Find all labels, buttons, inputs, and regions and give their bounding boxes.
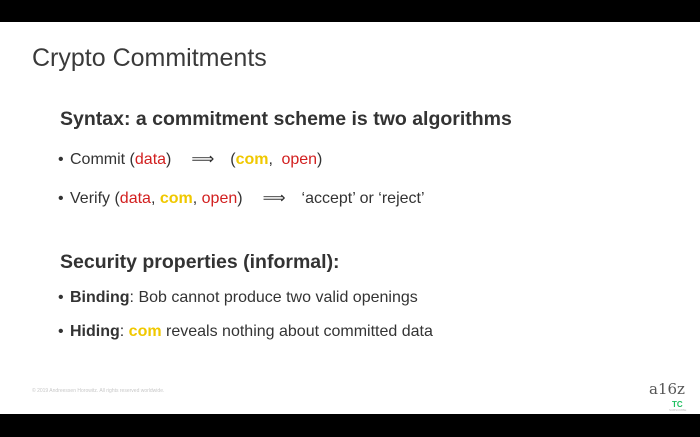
- commit-arg-data: data: [134, 151, 167, 168]
- implies-arrow: ⟹: [191, 151, 215, 168]
- verify-result: ‘accept’ or ‘reject’: [301, 190, 425, 207]
- verify-arg-open: open: [201, 190, 238, 207]
- binding-bullet: • Binding: Bob cannot produce two valid o…: [58, 289, 418, 307]
- verify-sep-1: ,: [150, 190, 156, 207]
- commit-out-com: com: [235, 151, 269, 168]
- binding-text: : Bob cannot produce two valid openings: [129, 289, 418, 306]
- commit-close: ): [166, 151, 172, 168]
- syntax-heading: Syntax: a commitment scheme is two algor…: [60, 108, 512, 130]
- techcrunch-subscribe-badge[interactable]: TC SUBSCRIBE: [669, 401, 687, 412]
- binding-label: Binding: [70, 289, 130, 306]
- slide: Crypto Commitments Syntax: a commitment …: [0, 22, 700, 414]
- verify-close: ): [237, 190, 243, 207]
- bullet-dot: •: [58, 151, 64, 168]
- commit-end-paren: ): [317, 151, 323, 168]
- verify-arg-data: data: [119, 190, 151, 207]
- implies-arrow: ⟹: [262, 190, 286, 207]
- commit-out-open: open: [281, 151, 318, 168]
- bullet-dot: •: [58, 323, 64, 340]
- hiding-bullet: • Hiding: com reveals nothing about commi…: [58, 323, 433, 341]
- slide-title: Crypto Commitments: [32, 44, 267, 72]
- video-frame: Crypto Commitments Syntax: a commitment …: [0, 0, 700, 437]
- verify-sep-2: ,: [192, 190, 198, 207]
- verify-bullet: • Verify (data, com, open) ⟹ ‘accept’ or ‘r…: [58, 188, 425, 208]
- verify-arg-com: com: [159, 190, 193, 207]
- hiding-text: reveals nothing about committed data: [166, 323, 433, 340]
- subscribe-label: SUBSCRIBE: [669, 408, 687, 412]
- bullet-dot: •: [58, 190, 64, 207]
- hiding-label: Hiding: [70, 323, 120, 340]
- commit-sep: ,: [268, 151, 273, 168]
- commit-func: Commit (: [70, 151, 135, 168]
- hiding-sep: :: [119, 323, 125, 340]
- verify-func: Verify (: [70, 190, 120, 207]
- copyright-notice: © 2019 Andreessen Horowitz. All rights r…: [32, 388, 165, 394]
- a16z-logo: a16z: [649, 380, 685, 398]
- hiding-com: com: [128, 323, 162, 340]
- security-heading: Security properties (informal):: [60, 251, 340, 273]
- commit-bullet: • Commit (data) ⟹ (com, open): [58, 149, 322, 169]
- bullet-dot: •: [58, 289, 64, 306]
